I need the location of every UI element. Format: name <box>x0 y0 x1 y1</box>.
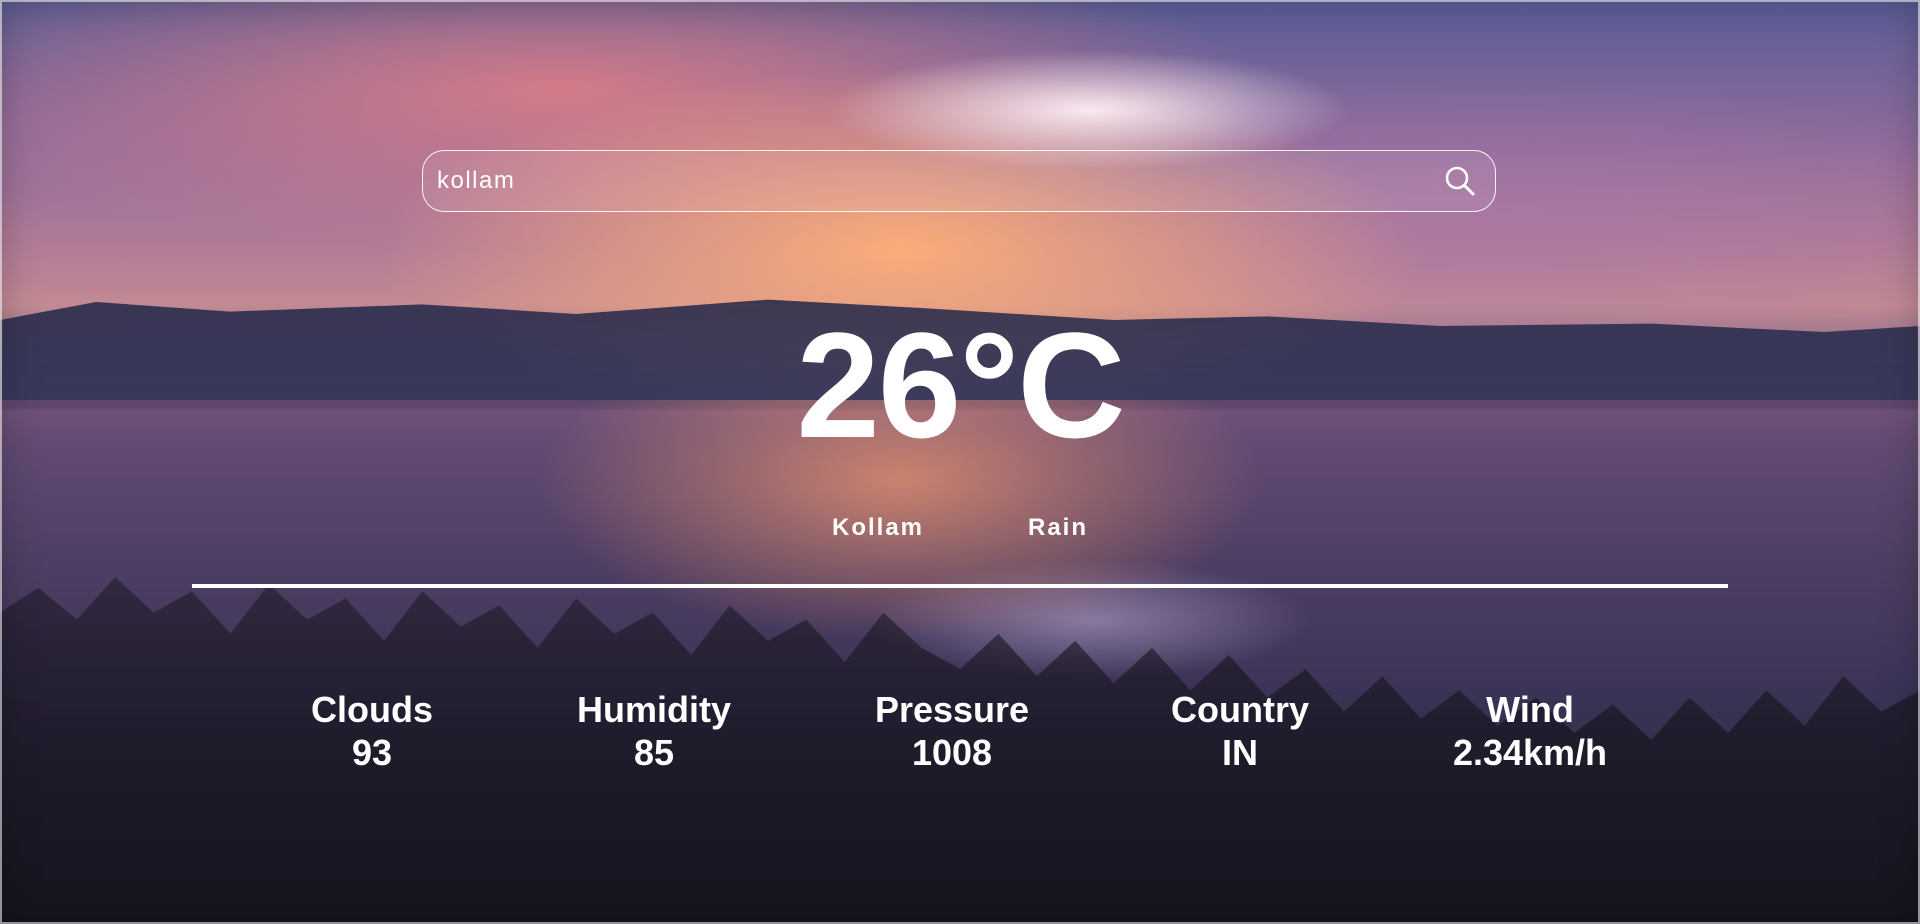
search-input[interactable] <box>437 151 1417 210</box>
search-icon[interactable] <box>1443 164 1477 198</box>
stat-pressure: Pressure 1008 <box>832 688 1072 774</box>
stat-value: 85 <box>633 732 675 773</box>
stat-value: IN <box>1222 732 1258 773</box>
stat-label: Clouds <box>311 689 433 730</box>
stat-humidity: Humidity 85 <box>534 688 774 774</box>
stat-value: 93 <box>351 732 393 773</box>
stat-label: Wind <box>1486 689 1574 730</box>
stat-country: Country IN <box>1120 688 1360 774</box>
divider <box>192 584 1728 588</box>
stat-label: Humidity <box>576 689 731 730</box>
stat-value: 2.34km/h <box>1452 732 1608 773</box>
stat-value: 1008 <box>911 732 993 773</box>
search-bar <box>422 150 1496 212</box>
weather-condition: Rain <box>1027 514 1088 541</box>
temperature: 26°C <box>796 301 1125 469</box>
stat-label: Pressure <box>874 689 1030 730</box>
stat-label: Country <box>1171 689 1309 730</box>
weather-app: 26°C Kollam Rain Clouds 93 Humidity 85 P… <box>0 0 1920 924</box>
stat-clouds: Clouds 93 <box>252 688 492 774</box>
stat-wind: Wind 2.34km/h <box>1410 688 1650 774</box>
